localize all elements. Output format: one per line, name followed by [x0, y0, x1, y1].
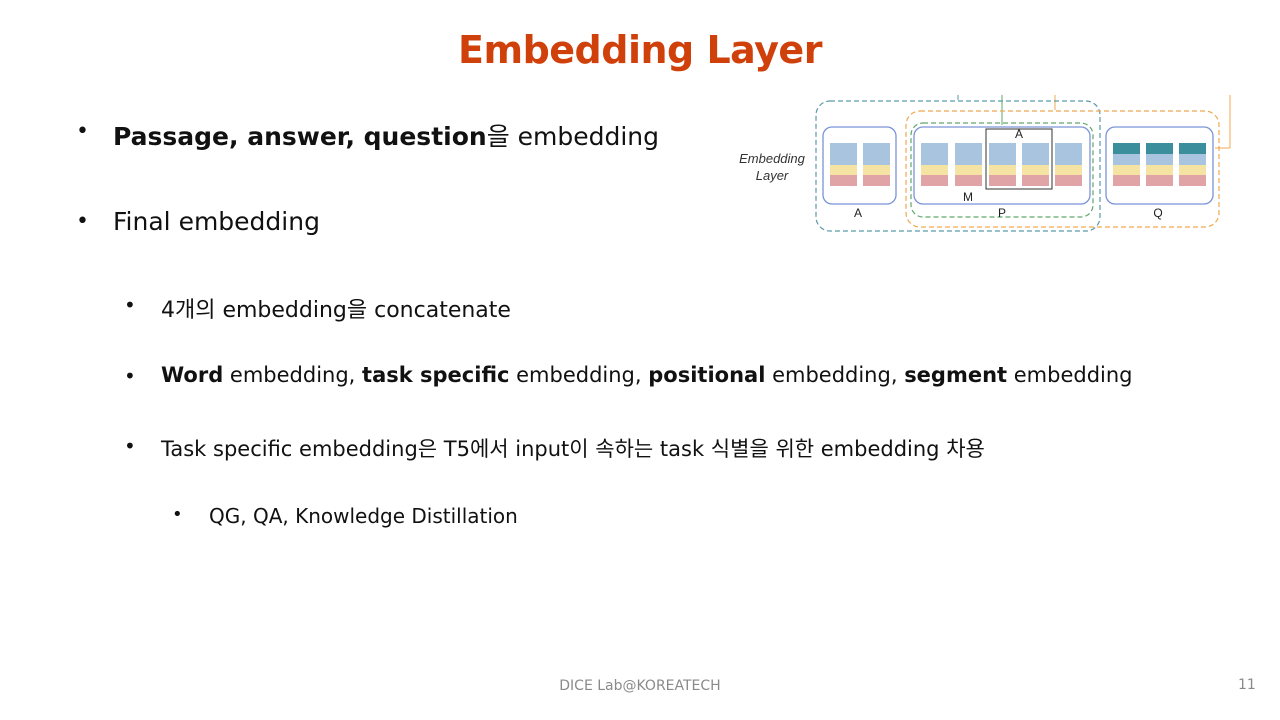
bullet-tasks: QG, QA, Knowledge Distillation	[209, 504, 518, 528]
bullet-embedding-types: Word embedding, task specific embedding,…	[161, 363, 1133, 387]
bullet-dot: •	[172, 504, 183, 525]
bullet-concatenate: 4개의 embedding을 concatenate	[161, 292, 511, 324]
bullet-text: 4개의 embedding을 concatenate	[161, 298, 511, 323]
bullet-bold-text: positional	[648, 363, 766, 387]
bullet-text: QG, QA, Knowledge Distillation	[209, 504, 518, 528]
group-p-tokens	[921, 143, 1082, 186]
bullet-text: embedding	[1007, 363, 1133, 387]
group-q-label: Q	[1153, 206, 1162, 220]
bullet-dot: •	[124, 434, 136, 458]
embedding-layer-diagram: Embedding Layer A A M P Q	[730, 95, 1240, 244]
bullet-text: Task specific embedding은 T5에서 input이 속하는…	[161, 437, 985, 461]
bullet-task-specific: Task specific embedding은 T5에서 input이 속하는…	[161, 433, 985, 463]
embedding-diagram-svg: Embedding Layer A A M P Q	[739, 95, 1231, 232]
bullet-dot: •	[124, 293, 136, 317]
group-p-label: P	[998, 206, 1006, 220]
slide-title: Embedding Layer	[458, 28, 822, 72]
group-a-label: A	[854, 206, 862, 220]
bullet-passage-answer-question: Passage, answer, question을 embedding	[113, 117, 659, 153]
bullet-dot: •	[76, 209, 89, 234]
a-box-label: A	[1015, 127, 1023, 141]
page-number: 11	[1238, 677, 1256, 693]
layer-label-line2: Layer	[756, 168, 789, 183]
bullet-final-embedding: Final embedding	[113, 207, 320, 236]
bullet-bold-text: segment	[904, 363, 1008, 387]
layer-label-line1: Embedding	[739, 151, 806, 166]
bullet-text: embedding,	[509, 363, 649, 387]
bullet-text: Final embedding	[113, 207, 320, 236]
bullet-text: embedding,	[223, 363, 363, 387]
bullet-bold-text: task specific	[362, 363, 510, 387]
bullet-dot: •	[124, 364, 136, 388]
m-label: M	[963, 190, 973, 204]
bullet-bold-text: Word	[161, 363, 224, 387]
bullet-text: 을 embedding	[486, 122, 660, 151]
footer-text: DICE Lab@KOREATECH	[559, 678, 721, 694]
bullet-dot: •	[76, 119, 89, 144]
group-q-tokens	[1113, 143, 1206, 186]
bullet-bold-text: Passage, answer, question	[113, 122, 487, 151]
bullet-text: embedding,	[765, 363, 905, 387]
